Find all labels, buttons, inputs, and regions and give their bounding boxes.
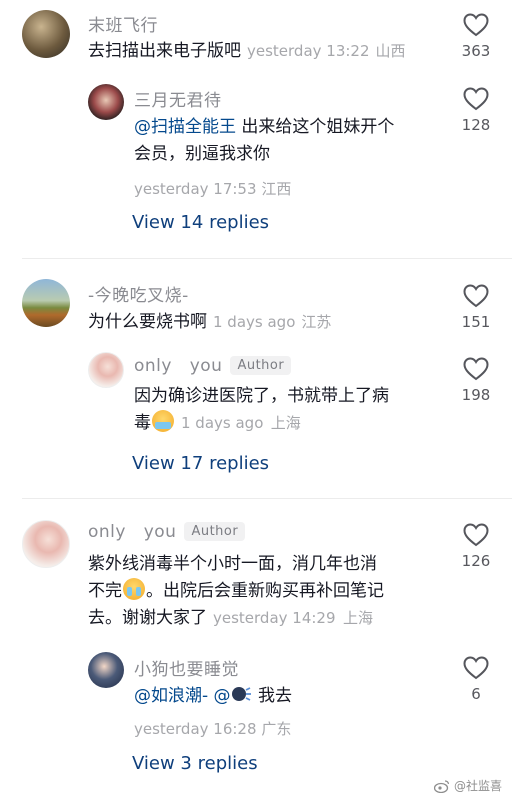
mention-link[interactable]: @ [214,686,231,706]
comment-time: yesterday 13:22 [247,42,370,60]
like-button[interactable]: 363 [448,13,504,60]
like-count: 128 [461,116,491,134]
reply-meta: yesterday 17:53 江西 [134,178,291,199]
like-button[interactable]: 6 [448,656,504,703]
reply-username[interactable]: 三月无君待 [134,86,222,111]
like-count: 151 [461,313,491,331]
heart-icon [463,284,489,308]
avatar[interactable] [22,520,70,568]
comment-username[interactable]: -今晚吃叉烧- [88,281,189,306]
avatar[interactable] [22,10,70,58]
comment-time: yesterday 14:29 [213,609,336,627]
reply-time: yesterday 17:53 [134,180,257,198]
reply-time: yesterday 16:28 [134,720,257,738]
reply-username[interactable]: only you Author [134,356,292,376]
like-button[interactable]: 126 [448,523,504,570]
speaking-head-icon [231,687,251,701]
avatar[interactable] [88,84,124,120]
avatar[interactable] [22,279,70,327]
author-badge: Author [230,356,292,375]
reply-location: 广东 [261,720,292,738]
heart-icon [463,523,489,547]
like-button[interactable]: 151 [448,284,504,331]
avatar[interactable] [88,652,124,688]
like-button[interactable]: 128 [448,87,504,134]
reply-text: 因为确诊进医院了，书就带上了病 毒1 days ago 上海 [134,386,389,433]
reply-time: 1 days ago [181,414,264,432]
watermark: @社监喜 [433,777,502,794]
author-badge: Author [184,522,246,541]
reply-text: @扫描全能王 出来给这个姐妹开个 会员，别逼我求你 [134,117,395,164]
mention-link[interactable]: @如浪潮- [134,686,208,706]
comment-username[interactable]: 末班飞行 [88,11,158,36]
divider [22,498,512,499]
heart-icon [463,87,489,111]
reply-location: 上海 [270,414,301,432]
like-count: 6 [471,685,481,703]
comment-text: 去扫描出来电子版吧 yesterday 13:22 山西 [88,41,406,61]
comment-username[interactable]: only you Author [88,522,246,542]
comment-text: 紫外线消毒半个小时一面，消几年也消 不完 。出院后会重新购买再补回笔记 去。谢谢大… [88,554,384,628]
reply-meta: yesterday 16:28 广东 [134,718,291,739]
comment-time: 1 days ago [213,313,296,331]
like-count: 198 [461,386,491,404]
view-replies-button[interactable]: View 17 replies [132,453,269,474]
mention-link[interactable]: @扫描全能王 [134,117,236,137]
crying-emoji-icon [123,578,145,600]
divider [22,258,512,259]
view-replies-button[interactable]: View 3 replies [132,753,258,774]
reply-username[interactable]: 小狗也要睡觉 [134,655,239,680]
comment-text: 为什么要烧书啊 1 days ago 江苏 [88,312,332,332]
reply-text: @如浪潮- @ 我去 [134,686,292,706]
like-count: 363 [461,42,491,60]
comment-location: 山西 [375,42,406,60]
reply-location: 江西 [261,180,292,198]
comment-location: 上海 [342,609,373,627]
comment-location: 江苏 [301,313,332,331]
avatar[interactable] [88,352,124,388]
heart-icon [463,13,489,37]
view-replies-button[interactable]: View 14 replies [132,212,269,233]
heart-icon [463,656,489,680]
crying-emoji-icon [152,410,174,432]
like-button[interactable]: 198 [448,357,504,404]
weibo-logo-icon [433,779,450,793]
heart-icon [463,357,489,381]
like-count: 126 [461,552,491,570]
